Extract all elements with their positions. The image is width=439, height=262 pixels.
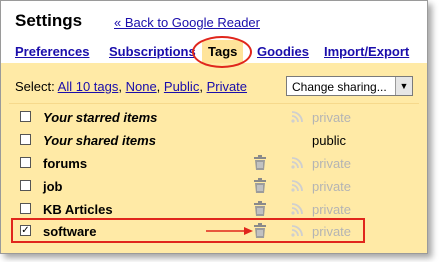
tag-checkbox[interactable] xyxy=(20,111,31,122)
divider xyxy=(9,103,419,104)
tag-name: job xyxy=(43,179,63,194)
tag-name: KB Articles xyxy=(43,202,113,217)
chevron-down-icon[interactable]: ▼ xyxy=(395,77,412,95)
select-public-link[interactable]: Public xyxy=(164,79,199,94)
change-sharing-value: Change sharing... xyxy=(292,80,387,94)
select-all-link[interactable]: All 10 tags xyxy=(58,79,119,94)
tag-checkbox[interactable] xyxy=(20,203,31,214)
select-none-link[interactable]: None xyxy=(126,79,157,94)
back-to-reader-link[interactable]: « Back to Google Reader xyxy=(114,15,260,30)
sharing-status: private xyxy=(312,202,352,217)
tag-checkbox[interactable] xyxy=(20,134,31,145)
feed-icon xyxy=(291,180,303,192)
tag-checkbox[interactable] xyxy=(20,180,31,191)
tag-row-shared: Your shared items public xyxy=(1,130,427,152)
change-sharing-select[interactable]: Change sharing... ▼ xyxy=(286,76,413,96)
tab-import-export[interactable]: Import/Export xyxy=(324,44,409,59)
feed-icon xyxy=(291,111,303,123)
tag-checkbox[interactable] xyxy=(20,157,31,168)
feed-icon xyxy=(291,203,303,215)
sharing-status: private xyxy=(312,110,352,125)
tag-name: Your starred items xyxy=(43,110,158,125)
select-label: Select: xyxy=(15,79,55,94)
tag-row-starred: Your starred items private xyxy=(1,107,427,129)
tag-row-job: job private xyxy=(1,176,427,198)
trash-icon[interactable] xyxy=(253,201,267,217)
sharing-status: private xyxy=(312,156,352,171)
sharing-status: private xyxy=(312,179,352,194)
settings-header: Settings « Back to Google Reader xyxy=(1,1,427,35)
page-title: Settings xyxy=(15,11,83,30)
tag-name: forums xyxy=(43,156,88,171)
feed-icon xyxy=(291,157,303,169)
sharing-status: public xyxy=(312,133,346,148)
settings-panel: Settings « Back to Google Reader Prefere… xyxy=(0,0,428,254)
select-bar: Select: All 10 tags, None, Public, Priva… xyxy=(15,79,248,94)
tags-tab-highlight xyxy=(192,36,252,68)
select-private-link[interactable]: Private xyxy=(207,79,247,94)
trash-icon[interactable] xyxy=(253,178,267,194)
tab-goodies[interactable]: Goodies xyxy=(257,44,309,59)
trash-icon[interactable] xyxy=(253,155,267,171)
tag-row-forums: forums private xyxy=(1,153,427,175)
arrow-icon xyxy=(206,227,253,235)
tab-preferences[interactable]: Preferences xyxy=(15,44,89,59)
tab-subscriptions[interactable]: Subscriptions xyxy=(109,44,196,59)
software-row-highlight xyxy=(11,218,365,243)
tag-name: Your shared items xyxy=(43,133,156,148)
